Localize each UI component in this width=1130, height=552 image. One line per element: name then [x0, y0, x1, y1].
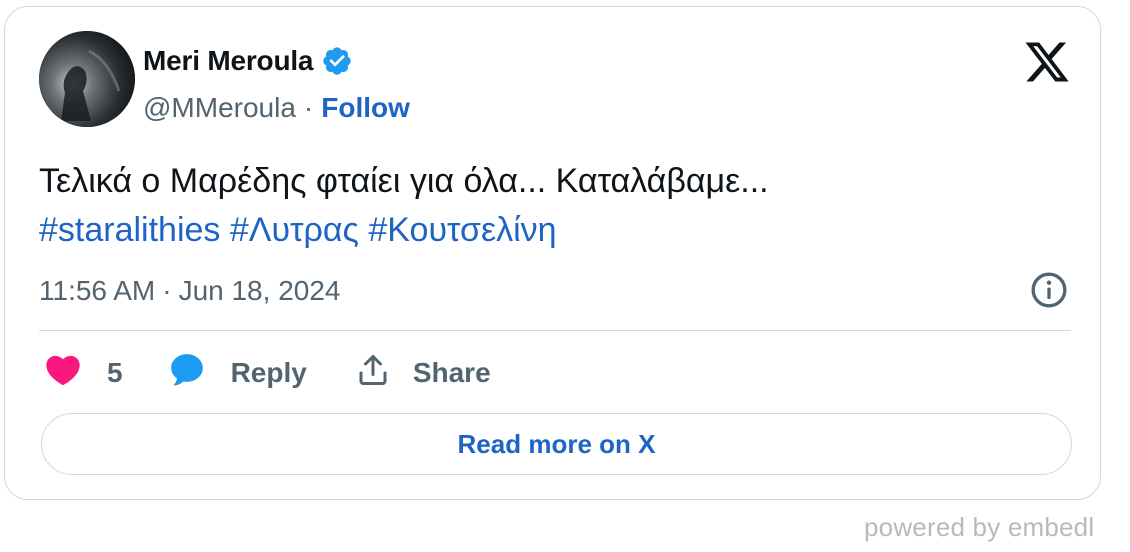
hashtag-link[interactable]: #Κουτσελίνη	[368, 211, 556, 249]
follow-link[interactable]: Follow	[321, 92, 410, 124]
share-button[interactable]: Share	[355, 352, 491, 395]
author-display-name[interactable]: Meri Meroula	[143, 45, 314, 77]
tweet-time: 11:56 AM	[39, 275, 156, 306]
share-upload-icon	[355, 352, 391, 395]
reply-label: Reply	[230, 357, 307, 388]
tweet-body: Τελικά ο Μαρέδης φταίει για όλα... Καταλ…	[39, 162, 769, 200]
author-name-row: Meri Meroula	[143, 43, 353, 79]
divider	[39, 330, 1071, 331]
heart-icon	[43, 350, 83, 397]
author-handle-row: @MMeroula · Follow	[143, 90, 410, 126]
handle-separator: ·	[303, 92, 314, 123]
tweet-date: Jun 18, 2024	[178, 275, 341, 306]
avatar-image	[39, 31, 135, 127]
like-button[interactable]: 5	[43, 350, 123, 397]
tweet-hashtags: #staralithies #Λυτρας #Κουτσελίνη	[39, 206, 1039, 255]
like-count: 5	[107, 357, 123, 388]
speech-bubble-icon	[167, 350, 207, 397]
tweet-text: Τελικά ο Μαρέδης φταίει για όλα... Καταλ…	[39, 157, 1039, 255]
timestamp-separator: ·	[162, 275, 172, 306]
hashtag-link[interactable]: #Λυτρας	[230, 211, 359, 249]
read-more-button[interactable]: Read more on X	[41, 413, 1072, 475]
info-icon[interactable]	[1029, 270, 1069, 310]
reply-button[interactable]: Reply	[167, 350, 307, 397]
x-logo-icon[interactable]	[1023, 38, 1071, 86]
action-bar: 5 Reply Share	[43, 351, 491, 395]
verified-badge-icon	[321, 45, 353, 77]
hashtag-link[interactable]: #staralithies	[39, 211, 220, 249]
powered-by-label[interactable]: powered by embedl	[864, 512, 1094, 543]
share-label: Share	[412, 357, 491, 388]
avatar[interactable]	[39, 31, 135, 127]
author-handle[interactable]: @MMeroula	[143, 92, 296, 124]
tweet-card: Meri Meroula @MMeroula · Follow Τελικά ο…	[4, 6, 1101, 500]
tweet-timestamp[interactable]: 11:56 AM · Jun 18, 2024	[39, 271, 340, 311]
